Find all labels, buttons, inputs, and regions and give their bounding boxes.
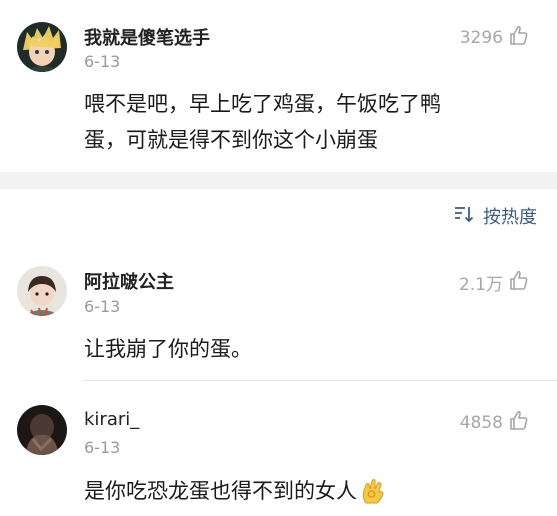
like-count: 3296 <box>459 27 503 48</box>
comment-text-line: 蛋，可就是得不到你这个小崩蛋 <box>84 128 378 152</box>
like-button[interactable]: 4858 <box>460 409 529 436</box>
username[interactable]: kirari_ <box>84 409 139 430</box>
comment-date: 6-13 <box>84 438 121 457</box>
sort-label: 按热度 <box>483 207 537 228</box>
comment-date: 6-13 <box>84 52 121 71</box>
comment-item: kirari_ 6-13 4858 是你吃恐龙蛋也得不到的女人 <box>0 381 557 516</box>
thumbs-up-icon <box>509 269 529 296</box>
sort-icon <box>453 204 475 229</box>
comment-date: 6-13 <box>84 297 121 316</box>
comment-text-content: 是你吃恐龙蛋也得不到的女人 <box>84 479 357 503</box>
thumbs-up-icon <box>509 24 529 51</box>
comment-item: 阿拉啵公主 6-13 2.1万 让我崩了你的蛋。 <box>0 241 557 381</box>
section-separator <box>0 172 557 189</box>
avatar[interactable] <box>17 22 67 72</box>
like-count: 4858 <box>459 412 503 433</box>
username[interactable]: 我就是傻笔选手 <box>84 24 210 50</box>
sort-by-hot-button[interactable]: 按热度 <box>453 203 537 229</box>
comment-text: 是你吃恐龙蛋也得不到的女人 <box>84 473 524 509</box>
comment-text: 喂不是吧，早上吃了鸡蛋，午饭吃了鸭 蛋，可就是得不到你这个小崩蛋 <box>84 86 524 158</box>
like-button[interactable]: 2.1万 <box>459 269 529 296</box>
username[interactable]: 阿拉啵公主 <box>84 268 174 294</box>
sort-bar: 按热度 <box>0 189 557 241</box>
avatar[interactable] <box>17 266 67 316</box>
top-comment: 我就是傻笔选手 6-13 3296 喂不是吧，早上吃了鸡蛋，午饭吃了鸭 蛋，可就… <box>0 0 557 172</box>
like-count: 2.1万 <box>458 275 503 295</box>
like-button[interactable]: 3296 <box>460 24 529 51</box>
ok-hand-emoji <box>360 477 386 505</box>
comment-text-line: 喂不是吧，早上吃了鸡蛋，午饭吃了鸭 <box>84 92 441 116</box>
comment-text: 让我崩了你的蛋。 <box>84 337 252 361</box>
thumbs-up-icon <box>509 409 529 436</box>
avatar[interactable] <box>17 405 67 455</box>
